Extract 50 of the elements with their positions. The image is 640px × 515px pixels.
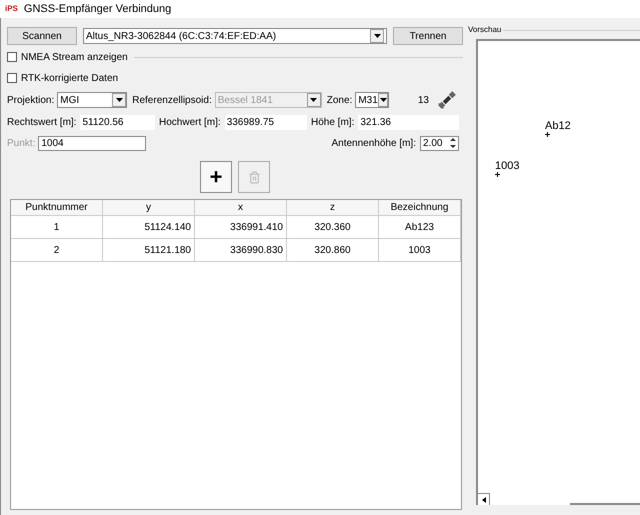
point-marker-icon: [495, 172, 500, 177]
column-header[interactable]: x: [195, 200, 287, 216]
antenna-height-spinbox[interactable]: 2.00: [420, 136, 459, 150]
spin-arrows-icon[interactable]: [448, 137, 458, 149]
table-cell: 51121.180: [103, 239, 195, 262]
zone-label: Zone:: [326, 94, 352, 108]
scroll-left-icon[interactable]: [478, 493, 490, 505]
zone-select[interactable]: M31: [355, 92, 390, 108]
preview-title: Vorschau: [468, 24, 502, 36]
table-cell: 336991.410: [195, 216, 287, 239]
checkbox[interactable]: [7, 73, 17, 83]
coordinate-label: Hochwert [m]:: [159, 116, 221, 130]
table-cell: 1: [11, 216, 103, 239]
checkbox-label: RTK-korrigierte Daten: [21, 72, 118, 86]
table-cell: Ab123: [379, 216, 461, 239]
satellite-icon: [437, 90, 457, 110]
device-select[interactable]: Altus_NR3-3062844 (6C:C3:74:EF:ED:AA): [83, 28, 387, 44]
coordinate-field[interactable]: 51120.56: [80, 114, 155, 130]
checkbox-label: NMEA Stream anzeigen: [21, 50, 128, 64]
coordinate-label: Höhe [m]:: [311, 116, 354, 130]
table-cell: 320.360: [287, 216, 379, 239]
table-cell: 320.860: [287, 239, 379, 262]
table-cell: 1003: [379, 239, 461, 262]
disconnect-button[interactable]: Trennen: [393, 27, 463, 45]
scrollbar-thumb[interactable]: [570, 503, 640, 505]
column-header[interactable]: z: [287, 200, 379, 216]
trash-icon: [248, 170, 260, 184]
checkbox[interactable]: [7, 52, 17, 62]
window-title: GNSS-Empfänger Verbindung: [24, 2, 172, 17]
projection-select[interactable]: MGI: [57, 92, 128, 108]
add-button[interactable]: +: [200, 161, 232, 193]
table-cell: 51124.140: [103, 216, 195, 239]
point-label: Ab12: [545, 121, 571, 132]
ellipsoid-label: Referenzellipsoid:: [132, 94, 212, 108]
coordinate-field[interactable]: 336989.75: [224, 114, 307, 130]
point-label: 1003: [495, 161, 520, 172]
column-header[interactable]: Bezeichnung: [379, 200, 461, 216]
column-header[interactable]: Punktnummer: [11, 200, 103, 216]
scan-button[interactable]: Scannen: [7, 27, 77, 45]
app-logo: iPS: [5, 3, 18, 15]
antenna-height-label: Antennenhöhe [m]:: [331, 136, 416, 150]
point-label: Punkt:: [7, 136, 36, 150]
satellite-count: 13: [418, 94, 429, 108]
coordinate-label: Rechtswert [m]:: [7, 116, 76, 130]
table-cell: 336990.830: [195, 239, 287, 262]
table-cell: 2: [11, 239, 103, 262]
projection-label: Projektion:: [7, 94, 54, 108]
coordinate-field[interactable]: 321.36: [358, 114, 459, 130]
column-header[interactable]: y: [103, 200, 195, 216]
point-marker-icon: [545, 132, 550, 137]
